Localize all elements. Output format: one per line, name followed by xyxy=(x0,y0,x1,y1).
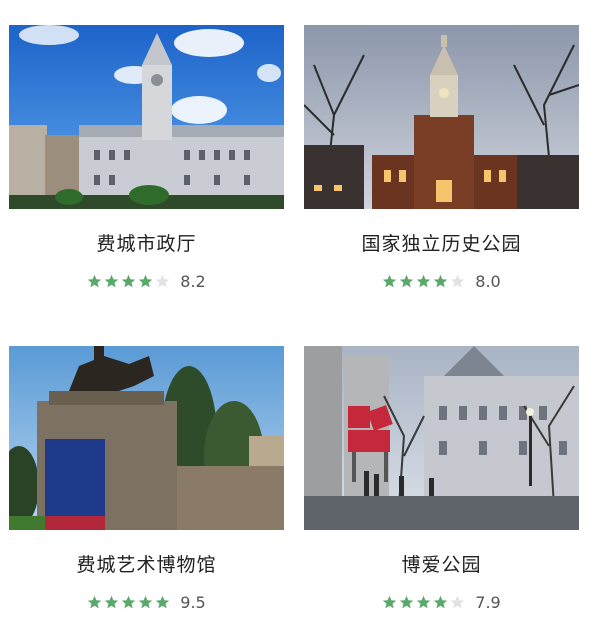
star-icon xyxy=(382,595,397,610)
star-icon xyxy=(138,595,153,610)
attraction-card[interactable]: 费城艺术博物馆 9.5 xyxy=(9,346,284,612)
attraction-photo-city-hall[interactable] xyxy=(9,25,284,209)
star-icon xyxy=(450,274,465,289)
star-icon xyxy=(104,595,119,610)
star-icon xyxy=(450,595,465,610)
rating-score: 8.0 xyxy=(475,271,501,291)
rating: 8.2 xyxy=(9,271,284,291)
star-icon xyxy=(399,274,414,289)
attraction-card[interactable]: 国家独立历史公园 8.0 xyxy=(304,25,579,291)
star-icon xyxy=(416,274,431,289)
star-icon xyxy=(121,274,136,289)
rating: 8.0 xyxy=(304,271,579,291)
star-icon xyxy=(121,595,136,610)
star-icon xyxy=(416,595,431,610)
star-icon xyxy=(87,595,102,610)
attraction-title[interactable]: 博爱公园 xyxy=(304,550,579,576)
star-icon xyxy=(433,274,448,289)
star-icon xyxy=(382,274,397,289)
star-icon xyxy=(399,595,414,610)
star-icon xyxy=(87,274,102,289)
star-icon xyxy=(155,595,170,610)
attraction-photo-independence-hall[interactable] xyxy=(304,25,579,209)
attraction-title[interactable]: 费城市政厅 xyxy=(9,229,284,255)
star-icon xyxy=(104,274,119,289)
rating: 7.9 xyxy=(304,592,579,612)
attraction-photo-love-park[interactable] xyxy=(304,346,579,530)
rating-score: 9.5 xyxy=(180,592,206,612)
rating-score: 8.2 xyxy=(180,271,206,291)
star-icon xyxy=(433,595,448,610)
attraction-grid: 费城市政厅 8.2 国家独立历史公园 8.0 费城艺术博物馆 9.5 博爱公园 … xyxy=(0,0,596,634)
attraction-title[interactable]: 费城艺术博物馆 xyxy=(9,550,284,576)
star-icon xyxy=(155,274,170,289)
attraction-title[interactable]: 国家独立历史公园 xyxy=(304,229,579,255)
star-icon xyxy=(138,274,153,289)
rating: 9.5 xyxy=(9,592,284,612)
attraction-card[interactable]: 费城市政厅 8.2 xyxy=(9,25,284,291)
attraction-card[interactable]: 博爱公园 7.9 xyxy=(304,346,579,612)
attraction-photo-museum-of-art[interactable] xyxy=(9,346,284,530)
rating-score: 7.9 xyxy=(475,592,501,612)
